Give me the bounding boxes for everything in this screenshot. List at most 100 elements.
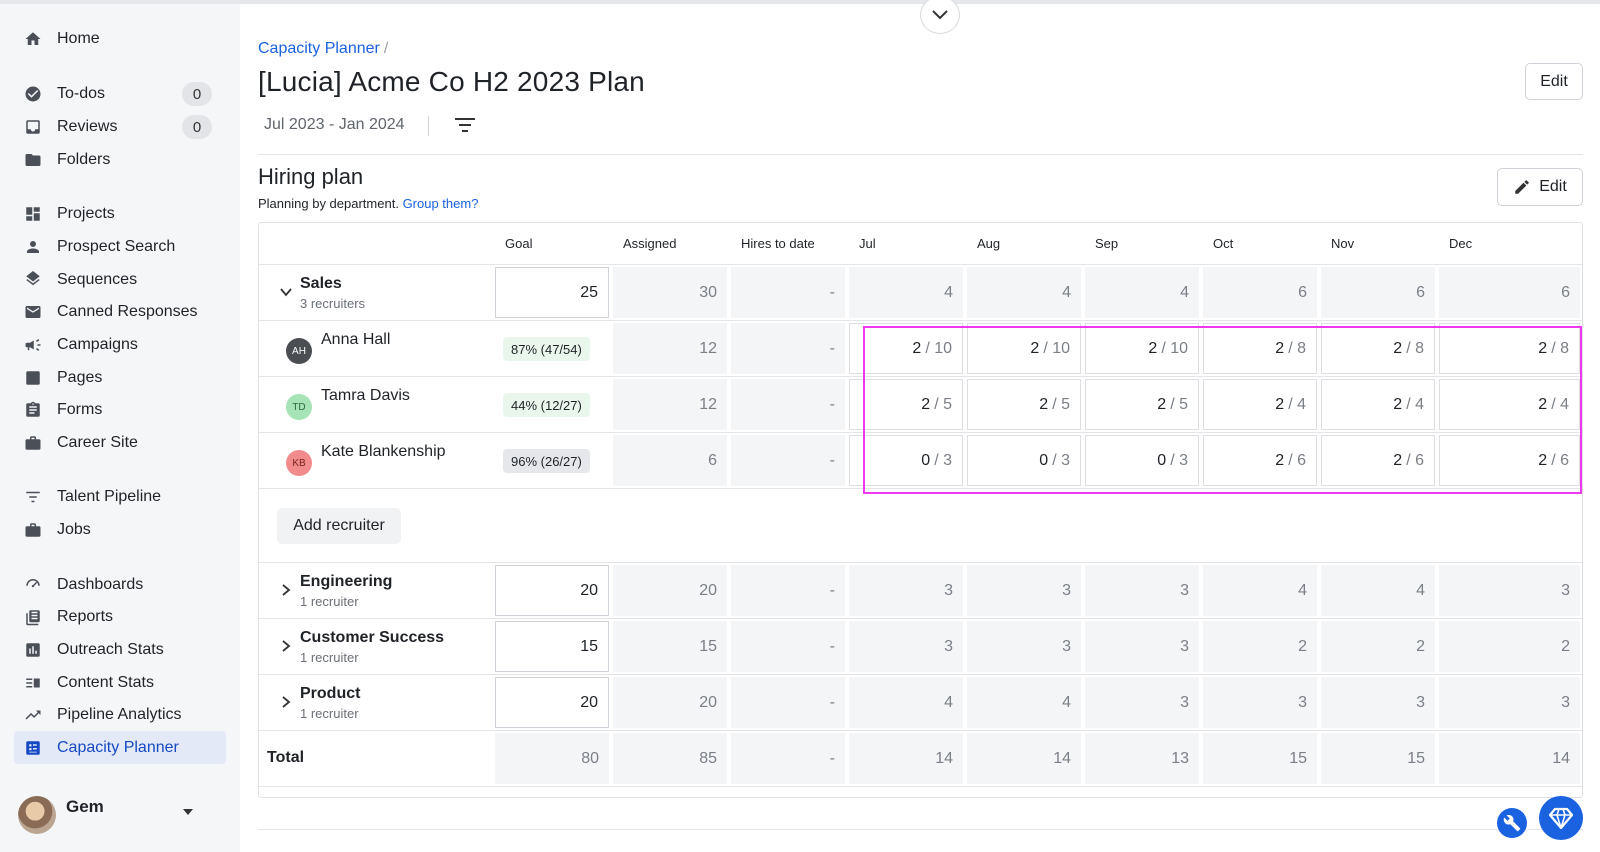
- allocation-input[interactable]: 2/ 5: [849, 379, 963, 430]
- assigned-value: 30: [699, 283, 717, 301]
- sidebar-item-label: Pipeline Analytics: [57, 705, 182, 723]
- sidebar-item-career-site[interactable]: Career Site: [14, 426, 226, 459]
- sidebar-item-talent-pipeline[interactable]: Talent Pipeline: [14, 480, 226, 513]
- month-value: 4: [944, 283, 953, 301]
- sidebar-item-to-dos[interactable]: To-dos 0: [14, 77, 226, 110]
- sidebar-item-label: Talent Pipeline: [57, 487, 162, 505]
- sidebar-item-label: Capacity Planner: [57, 738, 179, 756]
- group-them-link[interactable]: Group them?: [403, 196, 479, 211]
- filter-icon[interactable]: [453, 114, 477, 136]
- recruiter-cell: AH Anna Hall: [259, 321, 493, 376]
- recruiter-name[interactable]: Anna Hall: [321, 331, 390, 349]
- wrench-icon: [1503, 814, 1521, 832]
- allocation-input[interactable]: 2/ 8: [1203, 323, 1317, 374]
- department-cell: Product 1 recruiter: [259, 675, 493, 730]
- sidebar-item-projects[interactable]: Projects: [14, 197, 226, 230]
- allocation-value: 2: [1538, 451, 1548, 469]
- allocation-input[interactable]: 2/ 6: [1321, 435, 1435, 486]
- recruiter-name[interactable]: Tamra Davis: [321, 387, 410, 405]
- column-header: Goal: [493, 223, 611, 264]
- chevron-right-icon[interactable]: [279, 639, 293, 653]
- help-gem-button[interactable]: [1539, 796, 1583, 840]
- total-month: 14: [935, 749, 953, 767]
- allocation-input[interactable]: 2/ 4: [1439, 379, 1580, 430]
- allocation-input[interactable]: 2/ 6: [1203, 435, 1317, 486]
- sidebar-item-capacity-planner[interactable]: Capacity Planner: [14, 731, 226, 764]
- allocation-input[interactable]: 2/ 10: [967, 323, 1081, 374]
- sidebar-item-label: Forms: [57, 400, 103, 418]
- sidebar-item-home[interactable]: Home: [14, 22, 226, 55]
- sidebar-item-pages[interactable]: Pages: [14, 361, 226, 394]
- capacity-denominator: / 3: [1170, 451, 1188, 469]
- sidebar-item-reports[interactable]: Reports: [14, 600, 226, 633]
- date-range[interactable]: Jul 2023 - Jan 2024: [264, 116, 405, 134]
- sidebar-item-sequences[interactable]: Sequences: [14, 263, 226, 296]
- allocation-input[interactable]: 2/ 6: [1439, 435, 1580, 486]
- sidebar-item-dashboards[interactable]: Dashboards: [14, 568, 226, 601]
- department-recruiter-count: 3 recruiters: [300, 296, 366, 311]
- edit-hiring-plan-button[interactable]: Edit: [1497, 168, 1583, 206]
- department-row: Engineering 1 recruiter 20 20 - 3 3 3 4 4 3: [259, 563, 1582, 619]
- allocation-input[interactable]: 2/ 4: [1321, 379, 1435, 430]
- sidebar-item-prospect-search[interactable]: Prospect Search: [14, 230, 226, 263]
- chevron-right-icon[interactable]: [279, 695, 293, 709]
- recruiter-name[interactable]: Kate Blankenship: [321, 443, 446, 461]
- column-header: Oct: [1201, 223, 1319, 264]
- allocation-input[interactable]: 2/ 10: [1085, 323, 1199, 374]
- sidebar-item-label: Dashboards: [57, 575, 144, 593]
- chevron-down-icon[interactable]: [279, 285, 293, 299]
- pencil-icon: [1515, 180, 1529, 194]
- total-month-cell: 15: [1319, 731, 1437, 786]
- sidebar-item-reviews[interactable]: Reviews 0: [14, 110, 226, 143]
- goal-input[interactable]: 20: [495, 677, 609, 728]
- chevron-right-icon[interactable]: [279, 583, 293, 597]
- allocation-input[interactable]: 0/ 3: [1085, 435, 1199, 486]
- page-title: [Lucia] Acme Co H2 2023 Plan: [258, 66, 645, 97]
- sidebar-item-label: Reviews: [57, 117, 118, 135]
- goal-value: 25: [580, 283, 598, 301]
- sidebar-item-outreach-stats[interactable]: Outreach Stats: [14, 633, 226, 666]
- allocation-input[interactable]: 0/ 3: [849, 435, 963, 486]
- home-icon: [23, 29, 43, 49]
- allocation-input[interactable]: 0/ 3: [967, 435, 1081, 486]
- recruiter-row: KB Kate Blankenship 96% (26/27) 6-0/ 3 0/ 30…: [259, 433, 1582, 489]
- goal-input[interactable]: 25: [495, 267, 609, 318]
- layers-icon: [23, 270, 43, 290]
- grid-icon: [23, 204, 43, 224]
- allocation-input[interactable]: 2/ 10: [849, 323, 963, 374]
- breadcrumb-capacity-planner[interactable]: Capacity Planner: [258, 40, 380, 57]
- sidebar-item-jobs[interactable]: Jobs: [14, 513, 226, 546]
- wrench-button[interactable]: [1497, 808, 1527, 838]
- column-header-label: Hires to date: [741, 236, 815, 251]
- collapse-header-button[interactable]: [920, 0, 960, 34]
- allocation-input[interactable]: 2/ 8: [1439, 323, 1580, 374]
- hires-cell: -: [729, 563, 847, 618]
- capacity-cell: 44% (12/27): [493, 377, 611, 432]
- sidebar-item-label: Sequences: [57, 270, 138, 288]
- goal-input[interactable]: 20: [495, 565, 609, 616]
- capacity-denominator: / 6: [1288, 451, 1306, 469]
- allocation-input[interactable]: 2/ 5: [1085, 379, 1199, 430]
- sidebar-item-label: Jobs: [57, 520, 91, 538]
- sidebar-item-pipeline-analytics[interactable]: Pipeline Analytics: [14, 698, 226, 731]
- month-cell: 3: [1319, 675, 1437, 730]
- page-icon: [23, 368, 43, 388]
- allocation-input[interactable]: 2/ 5: [967, 379, 1081, 430]
- edit-plan-button[interactable]: Edit: [1525, 63, 1583, 100]
- allocation-input[interactable]: 2/ 4: [1203, 379, 1317, 430]
- sidebar-item-forms[interactable]: Forms: [14, 393, 226, 426]
- column-header-label: Aug: [977, 236, 1001, 251]
- sidebar-item-campaigns[interactable]: Campaigns: [14, 328, 226, 361]
- sidebar-item-content-stats[interactable]: Content Stats: [14, 666, 226, 699]
- assigned-value: 20: [699, 693, 717, 711]
- goal-input[interactable]: 15: [495, 621, 609, 672]
- total-month: 14: [1552, 749, 1570, 767]
- add-recruiter-button[interactable]: Add recruiter: [277, 508, 401, 544]
- sidebar-item-canned-responses[interactable]: Canned Responses: [14, 295, 226, 328]
- user-menu[interactable]: Gem: [18, 795, 228, 835]
- sidebar-item-folders[interactable]: Folders: [14, 143, 226, 176]
- hiring-plan-table: Goal Assigned Hires to date Jul Aug Sep Oct Nov…: [258, 222, 1583, 798]
- allocation-input[interactable]: 2/ 8: [1321, 323, 1435, 374]
- recruiter-cell: KB Kate Blankenship: [259, 433, 493, 488]
- capacity-denominator: / 10: [925, 339, 952, 357]
